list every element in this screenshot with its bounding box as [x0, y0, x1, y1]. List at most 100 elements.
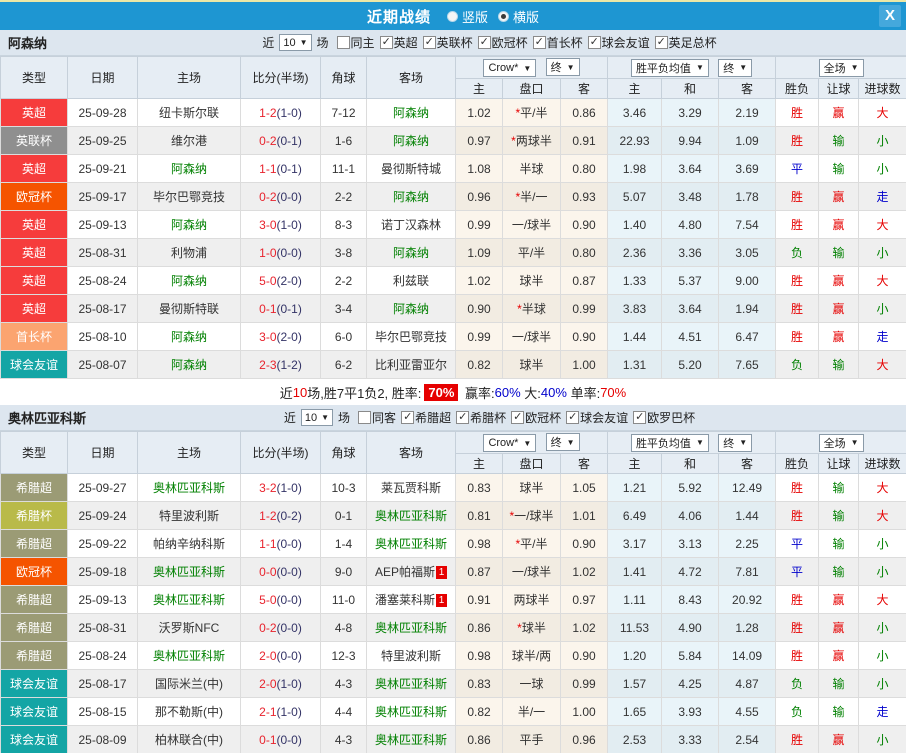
type-badge: 球会友谊	[0, 350, 68, 379]
handicap-odds-away: 1.05	[559, 473, 609, 502]
fulltime-select[interactable]: 全场 ▼	[818, 433, 864, 452]
horizontal-layout-radio[interactable]	[498, 10, 509, 22]
match-row: 球会友谊 25-08-17 国际米兰(中) 2-0(1-0) 4-3 奥林匹亚科斯 0.83…	[0, 669, 906, 698]
away-team: 奥林匹亚科斯	[366, 501, 456, 530]
handicap-line: 一/球半	[502, 322, 561, 351]
wdl-odds-away: 1.78	[718, 182, 777, 211]
handicap-result-cell: 赢	[818, 613, 860, 642]
same-venue-checkbox[interactable]	[358, 411, 372, 424]
col-score: 比分(半场)	[240, 56, 321, 99]
league-filter-label[interactable]: 希腊超	[415, 409, 451, 426]
league-filter-checkbox[interactable]	[532, 35, 546, 49]
wdl-odds-draw: 3.29	[661, 98, 720, 127]
fulltime-select[interactable]: 全场 ▼	[818, 58, 864, 77]
league-filter-checkbox[interactable]	[511, 410, 525, 424]
wdl-odds-home: 1.44	[607, 322, 663, 351]
league-filter-checkbox[interactable]	[379, 35, 393, 49]
away-team-label: 潘塞莱科斯	[374, 593, 435, 607]
league-filter-label[interactable]: 欧冠杯	[492, 34, 528, 51]
handicap-label: 半/一	[520, 190, 548, 204]
same-venue-checkbox[interactable]	[336, 36, 350, 49]
match-row: 球会友谊 25-08-09 柏林联合(中) 0-1(0-0) 4-3 奥林匹亚科斯 0.86…	[0, 725, 906, 753]
league-filter-checkbox[interactable]	[566, 410, 580, 424]
wdl-odds-home: 22.93	[607, 126, 663, 155]
wdl-odds-away: 9.00	[718, 266, 777, 295]
col-result: 胜负	[775, 453, 820, 474]
score-cell: 2-0(0-0)	[240, 641, 321, 670]
wdl-average-select[interactable]: 胜平负均值 ▼	[630, 58, 709, 77]
wdl-odds-home: 2.36	[607, 238, 663, 267]
half-score: (0-0)	[276, 189, 302, 204]
full-score: 5-0	[259, 273, 277, 288]
league-filter-label[interactable]: 球会友谊	[602, 34, 650, 51]
away-team-label: 莱瓦贾科斯	[380, 481, 441, 495]
league-filter-label[interactable]: 欧罗巴杯	[647, 409, 695, 426]
full-score: 3-0	[259, 217, 277, 232]
league-filter-label[interactable]: 希腊杯	[470, 409, 506, 426]
league-filter-checkbox[interactable]	[456, 410, 470, 424]
handicap-line: 球半	[502, 473, 561, 502]
league-filter-label[interactable]: 英联杯	[437, 34, 473, 51]
type-badge: 希腊超	[0, 585, 68, 614]
arsenal-matches-table: 类型 日期 主场 比分(半场) 角球 客场 Crow* ▼ 终 ▼ 胜平负均值 ▼ 终…	[0, 56, 906, 379]
wdl-odds-draw: 9.94	[661, 126, 720, 155]
wdl-odds-away: 1.09	[718, 126, 777, 155]
league-filter-checkbox[interactable]	[654, 35, 668, 49]
league-filter-checkbox[interactable]	[587, 35, 601, 49]
league-filter-checkbox[interactable]	[422, 35, 436, 49]
summary-part: 场,胜7平1负2, 胜率:	[307, 385, 422, 401]
full-score: 2-3	[259, 357, 277, 372]
league-filter-checkbox[interactable]	[477, 35, 491, 49]
goals-result-cell: 走	[858, 697, 906, 726]
league-filter-label[interactable]: 欧冠杯	[525, 409, 561, 426]
handicap-odds-away: 1.00	[559, 697, 609, 726]
corner-score: 2-2	[320, 266, 367, 295]
same-venue-label[interactable]: 同客	[372, 409, 396, 426]
home-team-label: 特里波利斯	[158, 509, 219, 523]
col-date: 日期	[67, 56, 138, 99]
handicap-line: 半球	[502, 154, 561, 183]
wdl-average-select[interactable]: 胜平负均值 ▼	[630, 433, 709, 452]
league-filter-label[interactable]: 首长杯	[547, 34, 583, 51]
handicap-line: 球半	[502, 266, 561, 295]
handicap-line: 平手	[502, 725, 561, 753]
col-result: 胜负	[775, 78, 820, 99]
type-badge: 英联杯	[0, 126, 68, 155]
score-cell: 3-0(1-0)	[240, 210, 321, 239]
same-venue-label[interactable]: 同主	[351, 34, 375, 51]
home-team: 柏林联合(中)	[137, 725, 241, 753]
league-filter-checkbox[interactable]	[633, 410, 647, 424]
vertical-layout-radio[interactable]	[446, 10, 458, 22]
vertical-layout-label[interactable]: 竖版	[462, 7, 488, 26]
horizontal-layout-label[interactable]: 横版	[513, 7, 539, 26]
result-cell: 负	[775, 350, 820, 379]
wdl-odds-home: 2.53	[607, 725, 663, 753]
away-team-label: 奥林匹亚科斯	[374, 705, 447, 719]
handicap-final-select[interactable]: 终 ▼	[545, 433, 580, 451]
league-filter-checkbox[interactable]	[401, 410, 415, 424]
filter-bar: 近 10▼ 场 同客 希腊超 希腊杯 欧冠杯 球会友谊 欧罗巴杯	[0, 409, 906, 426]
handicap-line: *两球半	[502, 126, 561, 155]
match-count-select[interactable]: 10 ▼	[300, 409, 334, 426]
handicap-odds-home: 1.08	[455, 154, 503, 183]
league-filter-label[interactable]: 英超	[394, 34, 418, 51]
col-odds-away: 客	[559, 78, 609, 99]
handicap-final-select[interactable]: 终 ▼	[545, 58, 580, 76]
wdl-odds-draw: 4.72	[661, 557, 720, 586]
close-icon[interactable]: X	[879, 5, 901, 27]
odds-provider-select[interactable]: Crow* ▼	[483, 434, 537, 452]
handicap-result-cell: 赢	[818, 641, 860, 670]
wdl-final-select[interactable]: 终 ▼	[718, 58, 753, 77]
league-filter-label[interactable]: 英足总杯	[669, 34, 717, 51]
home-team-label: 国际米兰(中)	[155, 677, 223, 691]
odds-provider-select[interactable]: Crow* ▼	[483, 59, 537, 77]
corner-score: 3-8	[320, 238, 367, 267]
handicap-line: 一/球半	[502, 210, 561, 239]
match-count-select[interactable]: 10 ▼	[279, 34, 312, 51]
wdl-final-select[interactable]: 终 ▼	[718, 433, 753, 452]
goals-result-cell: 小	[858, 613, 906, 642]
wdl-odds-home: 1.31	[607, 350, 663, 379]
handicap-result-cell: 赢	[818, 182, 860, 211]
type-badge: 首长杯	[0, 322, 68, 351]
league-filter-label[interactable]: 球会友谊	[580, 409, 628, 426]
